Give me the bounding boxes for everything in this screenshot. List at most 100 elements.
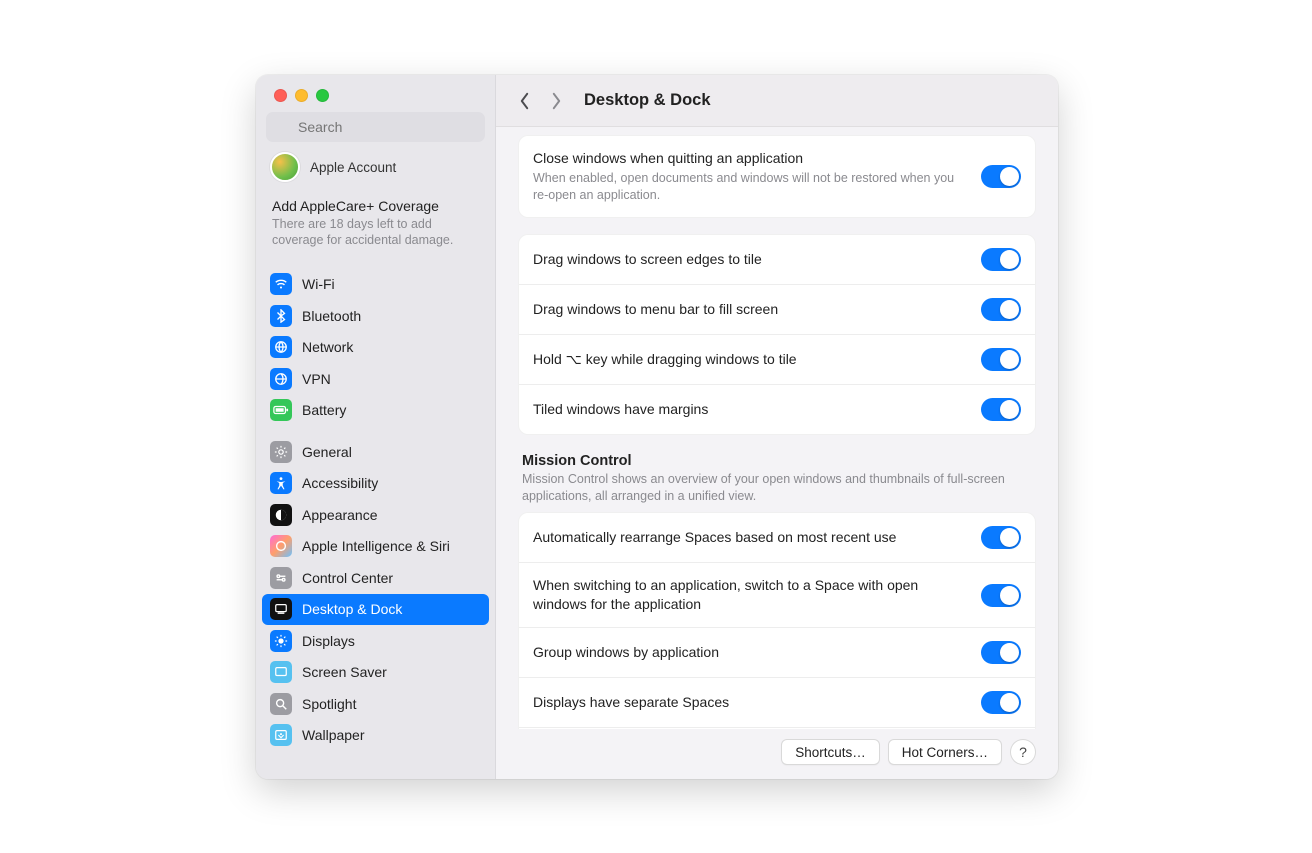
titlebar: Desktop & Dock xyxy=(496,75,1058,127)
sidebar-item-label: General xyxy=(302,444,352,460)
sidebar-item-label: Desktop & Dock xyxy=(302,601,402,617)
sidebar-group-system: General Accessibility Appearance xyxy=(262,436,489,751)
system-settings-window: Apple Account Add AppleCare+ Coverage Th… xyxy=(256,75,1058,779)
row-hold-option-tile: Hold ⌥ key while dragging windows to til… xyxy=(519,334,1035,384)
row-title: When switching to an application, switch… xyxy=(533,576,967,614)
sidebar-item-label: Displays xyxy=(302,633,355,649)
sidebar-item-wifi[interactable]: Wi-Fi xyxy=(262,269,489,301)
section-title: Mission Control xyxy=(522,453,1032,469)
search-container xyxy=(256,112,495,148)
sidebar-item-desktop-dock[interactable]: Desktop & Dock xyxy=(262,594,489,626)
group-close-windows: Close windows when quitting an applicati… xyxy=(518,135,1036,218)
toggle-group-by-app[interactable] xyxy=(981,641,1021,664)
search-input[interactable] xyxy=(266,112,485,142)
toggle-tiled-margins[interactable] xyxy=(981,398,1021,421)
toggle-displays-separate-spaces[interactable] xyxy=(981,691,1021,714)
row-title: Drag windows to menu bar to fill screen xyxy=(533,300,967,319)
sidebar-item-label: Apple Intelligence & Siri xyxy=(302,538,450,554)
sidebar-group-network: Wi-Fi Bluetooth Network xyxy=(262,269,489,427)
toggle-drag-edges-tile[interactable] xyxy=(981,248,1021,271)
sidebar-item-screen-saver[interactable]: Screen Saver xyxy=(262,657,489,689)
gear-icon xyxy=(270,441,292,463)
sidebar-promo-applecare[interactable]: Add AppleCare+ Coverage There are 18 day… xyxy=(262,190,489,259)
sidebar-item-appearance[interactable]: Appearance xyxy=(262,499,489,531)
screen-saver-icon xyxy=(270,661,292,683)
network-icon xyxy=(270,336,292,358)
back-button[interactable] xyxy=(514,87,534,115)
row-title: Group windows by application xyxy=(533,643,967,662)
section-subtitle: Mission Control shows an overview of you… xyxy=(522,471,1032,505)
sidebar-item-label: Network xyxy=(302,339,353,355)
sidebar-item-label: VPN xyxy=(302,371,331,387)
minimize-window-button[interactable] xyxy=(295,89,308,102)
wifi-icon xyxy=(270,273,292,295)
appearance-icon xyxy=(270,504,292,526)
sidebar-item-spotlight[interactable]: Spotlight xyxy=(262,688,489,720)
sidebar-scroll: Apple Account Add AppleCare+ Coverage Th… xyxy=(256,148,495,779)
row-title: Hold ⌥ key while dragging windows to til… xyxy=(533,350,967,369)
sidebar-item-label: Battery xyxy=(302,402,346,418)
row-drag-edges-tile: Drag windows to screen edges to tile xyxy=(519,235,1035,284)
row-title: Tiled windows have margins xyxy=(533,400,967,419)
sidebar-item-label: Bluetooth xyxy=(302,308,361,324)
page-title: Desktop & Dock xyxy=(584,91,711,110)
row-auto-rearrange-spaces: Automatically rearrange Spaces based on … xyxy=(519,513,1035,562)
help-button[interactable]: ? xyxy=(1010,739,1036,765)
main-pane: Desktop & Dock Close windows when quitti… xyxy=(496,75,1058,779)
row-title: Automatically rearrange Spaces based on … xyxy=(533,528,967,547)
accessibility-icon xyxy=(270,472,292,494)
promo-title: Add AppleCare+ Coverage xyxy=(272,198,479,214)
toggle-switch-space-with-app[interactable] xyxy=(981,584,1021,607)
bluetooth-icon xyxy=(270,305,292,327)
sidebar-item-label: Spotlight xyxy=(302,696,356,712)
row-drag-menubar-fill: Drag windows to menu bar to fill screen xyxy=(519,284,1035,334)
sidebar-item-control-center[interactable]: Control Center xyxy=(262,562,489,594)
content-scroll[interactable]: Close windows when quitting an applicati… xyxy=(496,127,1058,729)
footer: Shortcuts… Hot Corners… ? xyxy=(496,729,1058,779)
sidebar-item-displays[interactable]: Displays xyxy=(262,625,489,657)
group-window-tiling: Drag windows to screen edges to tile Dra… xyxy=(518,234,1036,435)
desktop-dock-icon xyxy=(270,598,292,620)
toggle-close-when-quit[interactable] xyxy=(981,165,1021,188)
sidebar-item-label: Wi-Fi xyxy=(302,276,335,292)
sidebar-item-apple-account[interactable]: Apple Account xyxy=(262,148,489,190)
sidebar-item-battery[interactable]: Battery xyxy=(262,395,489,427)
row-subtitle: When enabled, open documents and windows… xyxy=(533,170,967,204)
forward-button[interactable] xyxy=(546,87,566,115)
hot-corners-button[interactable]: Hot Corners… xyxy=(888,739,1002,765)
window-controls xyxy=(256,75,495,112)
row-title: Drag windows to screen edges to tile xyxy=(533,250,967,269)
sidebar-item-general[interactable]: General xyxy=(262,436,489,468)
sidebar-item-bluetooth[interactable]: Bluetooth xyxy=(262,300,489,332)
sidebar-item-network[interactable]: Network xyxy=(262,332,489,364)
sidebar: Apple Account Add AppleCare+ Coverage Th… xyxy=(256,75,496,779)
spotlight-icon xyxy=(270,693,292,715)
sidebar-item-accessibility[interactable]: Accessibility xyxy=(262,468,489,500)
row-title: Close windows when quitting an applicati… xyxy=(533,149,967,168)
account-label: Apple Account xyxy=(310,160,396,175)
close-window-button[interactable] xyxy=(274,89,287,102)
sidebar-item-label: Accessibility xyxy=(302,475,378,491)
toggle-drag-menubar-fill[interactable] xyxy=(981,298,1021,321)
control-center-icon xyxy=(270,567,292,589)
sidebar-item-wallpaper[interactable]: Wallpaper xyxy=(262,720,489,752)
fullscreen-window-button[interactable] xyxy=(316,89,329,102)
sidebar-item-label: Appearance xyxy=(302,507,378,523)
sidebar-item-label: Control Center xyxy=(302,570,393,586)
wallpaper-icon xyxy=(270,724,292,746)
sidebar-item-vpn[interactable]: VPN xyxy=(262,363,489,395)
row-displays-separate-spaces: Displays have separate Spaces xyxy=(519,677,1035,727)
sidebar-item-label: Wallpaper xyxy=(302,727,365,743)
section-header-mission-control: Mission Control Mission Control shows an… xyxy=(518,451,1036,513)
row-close-when-quit: Close windows when quitting an applicati… xyxy=(519,136,1035,217)
sidebar-item-apple-intelligence-siri[interactable]: Apple Intelligence & Siri xyxy=(262,531,489,563)
battery-icon xyxy=(270,399,292,421)
row-switch-space-with-app: When switching to an application, switch… xyxy=(519,562,1035,627)
promo-subtitle: There are 18 days left to add coverage f… xyxy=(272,216,479,249)
shortcuts-button[interactable]: Shortcuts… xyxy=(781,739,880,765)
vpn-icon xyxy=(270,368,292,390)
row-tiled-margins: Tiled windows have margins xyxy=(519,384,1035,434)
siri-icon xyxy=(270,535,292,557)
toggle-auto-rearrange-spaces[interactable] xyxy=(981,526,1021,549)
toggle-hold-option-tile[interactable] xyxy=(981,348,1021,371)
